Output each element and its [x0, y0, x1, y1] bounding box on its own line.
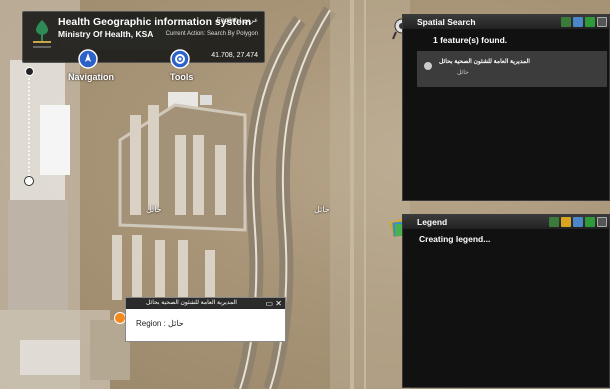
panel-tools: [549, 217, 607, 227]
legend-status: Creating legend...: [419, 234, 491, 244]
close-icon[interactable]: [597, 17, 607, 27]
panel-titlebar: Legend: [403, 215, 609, 229]
close-icon[interactable]: [597, 217, 607, 227]
maximize-icon[interactable]: ▭: [266, 299, 274, 308]
current-action: Current Action: Search By Polygon: [165, 31, 258, 37]
folder-icon[interactable]: [561, 217, 571, 227]
dock-icon[interactable]: [585, 217, 595, 227]
feature-icon: [424, 62, 432, 70]
layers-icon[interactable]: [549, 217, 559, 227]
popup-title: المديرية العامة للشئون الصحية بحائل: [146, 300, 237, 306]
app-subtitle: Ministry Of Health, KSA: [58, 29, 154, 39]
close-icon[interactable]: ✕: [275, 299, 282, 308]
result-name: المديرية العامة للشئون الصحية بحائل: [439, 59, 530, 65]
region-label: Region :: [136, 319, 166, 328]
info-popup: المديرية العامة للشئون الصحية بحائل ▭ ✕ …: [125, 297, 286, 342]
results-count: 1 feature(s) found.: [433, 35, 508, 45]
dock-icon[interactable]: [585, 17, 595, 27]
popup-controls: ▭ ✕: [266, 299, 283, 308]
search-result-item[interactable]: المديرية العامة للشئون الصحية بحائل حائل: [417, 51, 607, 87]
zoom-slider-thumb[interactable]: [24, 176, 34, 186]
panel-title: Legend: [417, 217, 448, 227]
tools-label[interactable]: Tools: [170, 72, 193, 82]
zoom-in-handle[interactable]: [25, 67, 34, 76]
popup-region: Region : حائل: [136, 319, 184, 328]
legend-panel: Legend Creating legend...: [402, 214, 610, 388]
region-value: حائل: [168, 319, 184, 328]
spatial-search-panel: Spatial Search 1 feature(s) found. المدي…: [402, 14, 610, 201]
export-icon[interactable]: [561, 17, 571, 27]
panel-tools: [561, 17, 607, 27]
result-city: حائل: [457, 70, 469, 76]
panel-titlebar: Spatial Search: [403, 15, 609, 29]
language-switch[interactable]: English | عربي: [217, 16, 258, 24]
popup-titlebar: المديرية العامة للشئون الصحية بحائل ▭ ✕: [126, 298, 285, 309]
minimize-icon[interactable]: [573, 217, 583, 227]
navigation-icon[interactable]: [74, 49, 102, 69]
tools-icon[interactable]: [166, 49, 194, 69]
map-place-label: حائل: [314, 205, 330, 214]
coordinate-readout: 41.708, 27.474: [211, 52, 258, 59]
panel-title: Spatial Search: [417, 17, 476, 27]
map-place-label: حائل: [146, 205, 162, 214]
navigation-label[interactable]: Navigation: [68, 72, 114, 82]
minimize-icon[interactable]: [573, 17, 583, 27]
zoom-slider[interactable]: [27, 70, 31, 182]
app-header: Health Geographic information system Min…: [22, 11, 265, 63]
ministry-logo: [33, 20, 51, 48]
